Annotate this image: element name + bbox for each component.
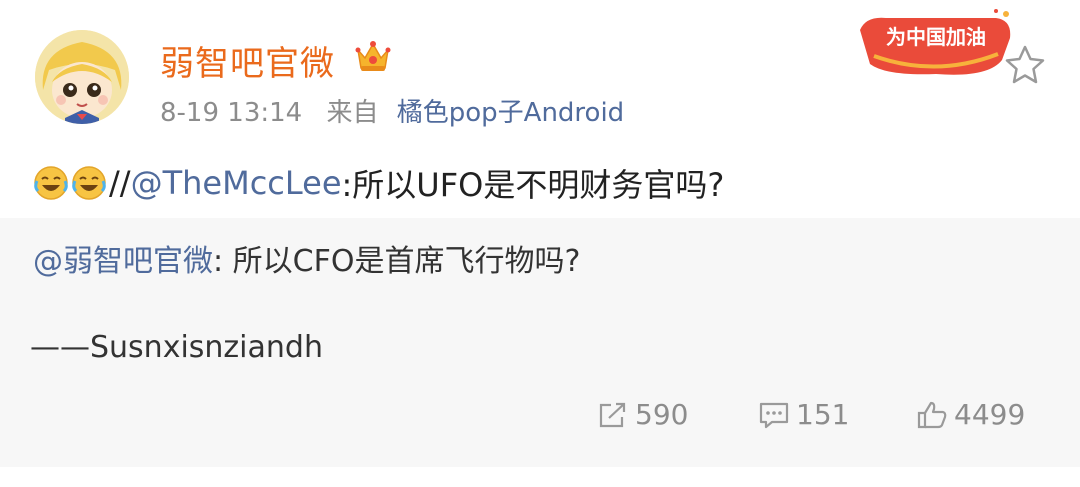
post-meta: 8-19 13:14 来自 橘色pop子Android (160, 92, 624, 129)
post-time: 8-19 13:14 (160, 98, 303, 128)
content-prefix: // (109, 164, 131, 202)
thumbs-up-icon (917, 401, 947, 428)
post-content: // @TheMccLee :所以UFO是不明财务官吗? (33, 160, 724, 206)
laugh-cry-emoji-icon (33, 165, 69, 201)
post-source[interactable]: 橘色pop子Android (397, 98, 624, 128)
comment-count: 151 (796, 398, 850, 431)
repost-text: : 所以CFO是首席飞行物吗? (213, 244, 581, 279)
comment-icon (759, 402, 789, 428)
repost-card[interactable]: @弱智吧官微: 所以CFO是首席飞行物吗? ——Susnxisnziandh 5… (0, 218, 1080, 467)
repost-content: @弱智吧官微: 所以CFO是首席飞行物吗? (33, 236, 580, 280)
comment-button[interactable]: 151 (758, 398, 849, 431)
laugh-cry-emoji-icon (71, 165, 107, 201)
mention-link[interactable]: @TheMccLee (131, 164, 342, 202)
repost-count: 590 (635, 398, 689, 431)
source-prefix: 来自 (326, 98, 379, 128)
like-button[interactable]: 4499 (916, 398, 1025, 431)
content-text: :所以UFO是不明财务官吗? (341, 166, 725, 204)
china-cheer-badge: 为中国加油 (856, 8, 1016, 80)
vip-crown-icon (355, 40, 391, 74)
repost-button[interactable]: 590 (597, 398, 688, 431)
weibo-post: 弱智吧官微 8-19 13:14 来自 橘色pop子Android 为中国加油 (0, 0, 1080, 487)
repost-icon (599, 402, 626, 427)
author-name[interactable]: 弱智吧官微 (160, 36, 335, 85)
avatar[interactable] (35, 30, 129, 124)
badge-text: 为中国加油 (886, 25, 986, 49)
repost-mention-link[interactable]: @弱智吧官微 (33, 244, 213, 279)
like-count: 4499 (954, 398, 1026, 431)
repost-signature: ——Susnxisnziandh (30, 330, 323, 365)
favorite-star-icon[interactable] (1004, 44, 1046, 84)
